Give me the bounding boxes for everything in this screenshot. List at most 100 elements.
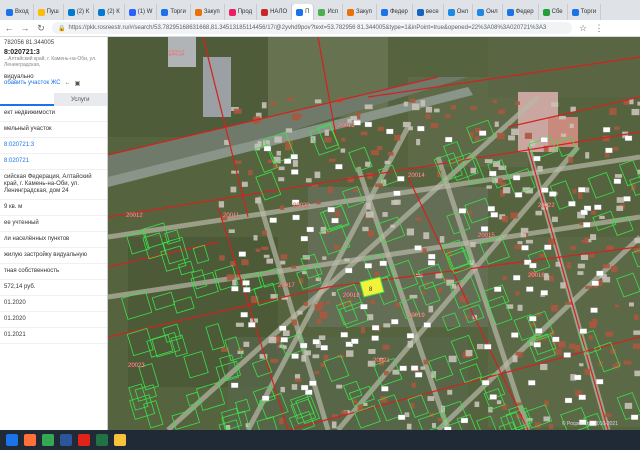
reload-icon[interactable]: ↻ xyxy=(36,23,46,34)
house-roof xyxy=(434,108,440,113)
house-roof xyxy=(259,354,268,359)
browser-tab[interactable]: НАЛО xyxy=(257,4,293,20)
house-roof xyxy=(447,389,453,395)
house-roof xyxy=(517,304,523,311)
tab-label: Закуп xyxy=(203,9,220,15)
tab-services[interactable]: Услуги xyxy=(53,93,107,106)
parcel-number-tag xyxy=(460,417,469,424)
address-bar[interactable]: 🔒 https://pkk.rosreestr.ru/#/search/53.7… xyxy=(52,22,572,34)
browser-tab[interactable]: Онл xyxy=(444,4,474,20)
print-icon[interactable]: ▣ xyxy=(75,80,81,87)
house-roof xyxy=(241,259,249,266)
house-roof xyxy=(409,98,416,103)
quarter-label: 20019 xyxy=(408,313,425,319)
browser-tab[interactable]: (1) W xyxy=(125,4,158,20)
browser-tab[interactable]: Вход xyxy=(2,4,34,20)
chrome-icon[interactable] xyxy=(42,434,54,446)
house-roof xyxy=(448,355,457,363)
tab-label: (2) К xyxy=(107,9,120,15)
quarter-label: 20010 xyxy=(168,51,185,57)
house-roof xyxy=(632,343,640,350)
attribute-row[interactable]: 8:020721 xyxy=(0,154,107,170)
house-roof xyxy=(294,114,303,118)
search-text[interactable]: 782056 81.344005 xyxy=(0,37,107,46)
house-roof xyxy=(604,152,610,158)
house-roof xyxy=(494,121,499,127)
house-roof xyxy=(234,160,242,164)
browser-tab[interactable]: Пуш xyxy=(34,4,64,20)
parcel-number-tag xyxy=(602,127,611,133)
tab-label: Сбе xyxy=(551,9,563,15)
house-roof xyxy=(261,102,267,109)
parcel-number-tag xyxy=(305,389,313,395)
house-roof xyxy=(314,171,321,179)
browser-tab[interactable]: Федер xyxy=(503,4,539,20)
parcel-number-tag xyxy=(410,365,419,371)
house-roof xyxy=(316,318,322,324)
browser-tab[interactable]: (2) К xyxy=(64,4,95,20)
browser-tab[interactable]: (2) К xyxy=(94,4,125,20)
cadastral-map[interactable]: 20010 20012 20011 20020 20013 20014 20015 20016… xyxy=(108,37,640,430)
menu-icon[interactable]: ⋮ xyxy=(594,23,604,34)
house-roof xyxy=(365,211,374,218)
parcel-number-tag xyxy=(540,290,548,296)
house-roof xyxy=(420,100,426,107)
back-arrow-icon[interactable]: ← xyxy=(65,80,71,87)
word-icon[interactable] xyxy=(60,434,72,446)
info-panel: 782056 81.344005 8:020721:3 ...Алтайский… xyxy=(0,37,108,430)
house-roof xyxy=(382,212,388,217)
firefox-icon[interactable] xyxy=(24,434,36,446)
browser-tab[interactable]: Сбе xyxy=(539,4,568,20)
back-icon[interactable]: ← xyxy=(4,23,14,33)
house-roof xyxy=(514,244,522,249)
pdf-icon[interactable] xyxy=(78,434,90,446)
start-icon[interactable] xyxy=(6,434,18,446)
attribute-row[interactable]: 8:020721:3 xyxy=(0,138,107,154)
quarter-label: 20017 xyxy=(278,283,295,289)
tab-favicon-icon xyxy=(506,8,514,16)
parcel-number-tag xyxy=(630,414,639,420)
house-roof xyxy=(497,132,505,140)
parcel-number-tag xyxy=(427,260,436,266)
house-roof xyxy=(364,104,373,110)
browser-tab[interactable]: Закуп xyxy=(343,4,377,20)
browser-tab[interactable]: Прод xyxy=(225,4,258,20)
forward-icon[interactable]: → xyxy=(20,23,30,33)
house-roof xyxy=(280,254,288,260)
map-canvas[interactable]: 20010 20012 20011 20020 20013 20014 20015 20016… xyxy=(108,37,640,430)
lock-icon: 🔒 xyxy=(58,25,66,32)
browser-tab[interactable]: Исп xyxy=(314,4,344,20)
browser-tab[interactable]: Федер xyxy=(377,4,413,20)
house-roof xyxy=(291,265,297,269)
map-copyright: © Росреестр, 2010-2021 xyxy=(561,421,618,427)
tab-info[interactable] xyxy=(0,93,54,106)
browser-tab[interactable]: П xyxy=(292,4,315,20)
tab-favicon-icon xyxy=(37,8,45,16)
browser-tab[interactable]: весе xyxy=(413,4,444,20)
add-parcel-link[interactable]: обавить участок ЖС xyxy=(4,80,61,87)
house-roof xyxy=(624,402,633,409)
house-roof xyxy=(589,321,597,328)
parcel-number-tag xyxy=(487,206,496,212)
parcel-number-tag xyxy=(406,333,415,339)
star-icon[interactable]: ☆ xyxy=(578,23,588,34)
house-roof xyxy=(376,146,383,151)
browser-tab[interactable]: Онл xyxy=(473,4,503,20)
house-roof xyxy=(512,355,518,363)
browser-tab[interactable]: Торги xyxy=(157,4,191,20)
house-roof xyxy=(568,343,576,349)
browser-tab[interactable]: Закуп xyxy=(191,4,225,20)
house-roof xyxy=(333,245,340,250)
house-roof xyxy=(503,187,511,194)
parcel-number-tag xyxy=(292,214,300,221)
browser-tab[interactable]: Торги xyxy=(568,4,602,20)
house-roof xyxy=(317,301,324,308)
parcel-number-tag xyxy=(393,190,401,197)
building xyxy=(203,57,231,117)
excel-icon[interactable] xyxy=(96,434,108,446)
address-short: ...Алтайский край, г. Камень-на-Оби, ул.… xyxy=(4,56,97,68)
parcel-number-tag xyxy=(511,332,519,338)
explorer-icon[interactable] xyxy=(114,434,126,446)
parcel-number-tag xyxy=(445,136,453,143)
house-roof xyxy=(247,170,253,176)
